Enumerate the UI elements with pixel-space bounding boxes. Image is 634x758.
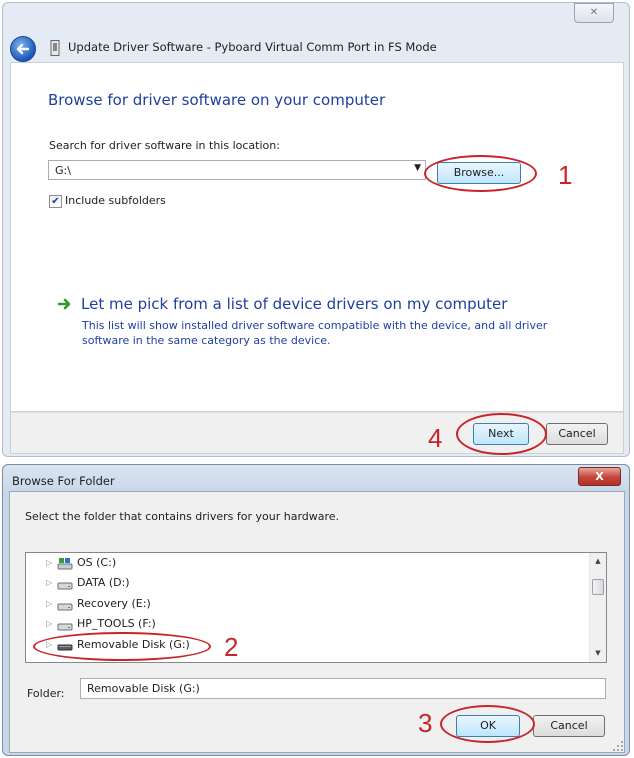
browse-folder-close-button[interactable]: X: [578, 467, 621, 486]
expand-arrow-icon[interactable]: ▷: [46, 599, 52, 608]
back-button[interactable]: [10, 36, 36, 62]
step-number-3: 3: [418, 708, 433, 738]
tree-item-label: HP_TOOLS (F:): [77, 617, 156, 630]
browse-highlight-ring: [424, 155, 537, 192]
expand-arrow-icon[interactable]: ▷: [46, 619, 52, 628]
step-number-2: 2: [224, 632, 239, 662]
browse-folder-title: Browse For Folder: [12, 474, 115, 488]
update-driver-dialog: ✕ Update Driver Software - Pyboard Virtu…: [0, 0, 634, 460]
removable-disk-highlight-ring: [33, 632, 211, 661]
green-arrow-icon: [58, 298, 71, 310]
include-subfolders-label[interactable]: Include subfolders: [65, 194, 166, 207]
browse-folder-cancel-button[interactable]: Cancel: [533, 715, 605, 737]
drive-icon: [57, 603, 73, 611]
folder-field[interactable]: Removable Disk (G:): [80, 678, 606, 699]
browse-for-folder-dialog: Browse For Folder X Select the folder th…: [0, 462, 634, 758]
include-subfolders-checkbox[interactable]: ✔: [49, 195, 62, 208]
ok-highlight-ring: [440, 705, 535, 743]
dialog-title: Update Driver Software - Pyboard Virtual…: [68, 40, 437, 54]
folder-field-label: Folder:: [27, 687, 65, 700]
scroll-down-arrow-icon[interactable]: ▼: [590, 645, 606, 662]
expand-arrow-icon[interactable]: ▷: [46, 578, 52, 587]
device-icon: [50, 40, 60, 56]
tree-item-data-d[interactable]: ▷ DATA (D:): [26, 574, 586, 593]
drive-icon: [57, 582, 73, 590]
wizard-content-panel: [10, 62, 624, 412]
search-location-value: G:\: [55, 164, 71, 177]
step-number-1: 1: [558, 160, 573, 190]
scrollbar-thumb[interactable]: [592, 579, 604, 595]
drive-icon: [57, 623, 73, 631]
back-arrow-icon: [16, 43, 30, 55]
tree-item-label: OS (C:): [77, 556, 117, 569]
folder-field-value: Removable Disk (G:): [87, 682, 200, 695]
os-drive-icon: [57, 558, 73, 570]
search-location-combobox[interactable]: G:\ ▼: [48, 160, 426, 180]
resize-grip-icon[interactable]: [612, 740, 624, 752]
dropdown-arrow-icon[interactable]: ▼: [414, 163, 421, 173]
tree-item-recovery-e[interactable]: ▷ Recovery (E:): [26, 595, 586, 614]
step-number-4: 4: [428, 423, 443, 453]
tree-item-label: Recovery (E:): [77, 597, 151, 610]
cancel-button[interactable]: Cancel: [546, 423, 608, 445]
tree-item-os-c[interactable]: ▷ OS (C:): [26, 554, 586, 573]
pick-driver-list-link[interactable]: Let me pick from a list of device driver…: [81, 295, 507, 313]
expand-arrow-icon[interactable]: ▷: [46, 558, 52, 567]
browse-folder-instruction: Select the folder that contains drivers …: [25, 510, 340, 523]
tree-scrollbar[interactable]: ▲ ▼: [589, 553, 606, 662]
tree-item-label: DATA (D:): [77, 576, 130, 589]
pick-driver-description: This list will show installed driver sof…: [82, 319, 548, 347]
scroll-up-arrow-icon[interactable]: ▲: [590, 553, 606, 570]
next-highlight-ring: [456, 413, 547, 455]
search-location-label: Search for driver software in this locat…: [49, 139, 280, 152]
page-heading: Browse for driver software on your compu…: [48, 91, 386, 109]
close-button[interactable]: ✕: [574, 3, 614, 23]
